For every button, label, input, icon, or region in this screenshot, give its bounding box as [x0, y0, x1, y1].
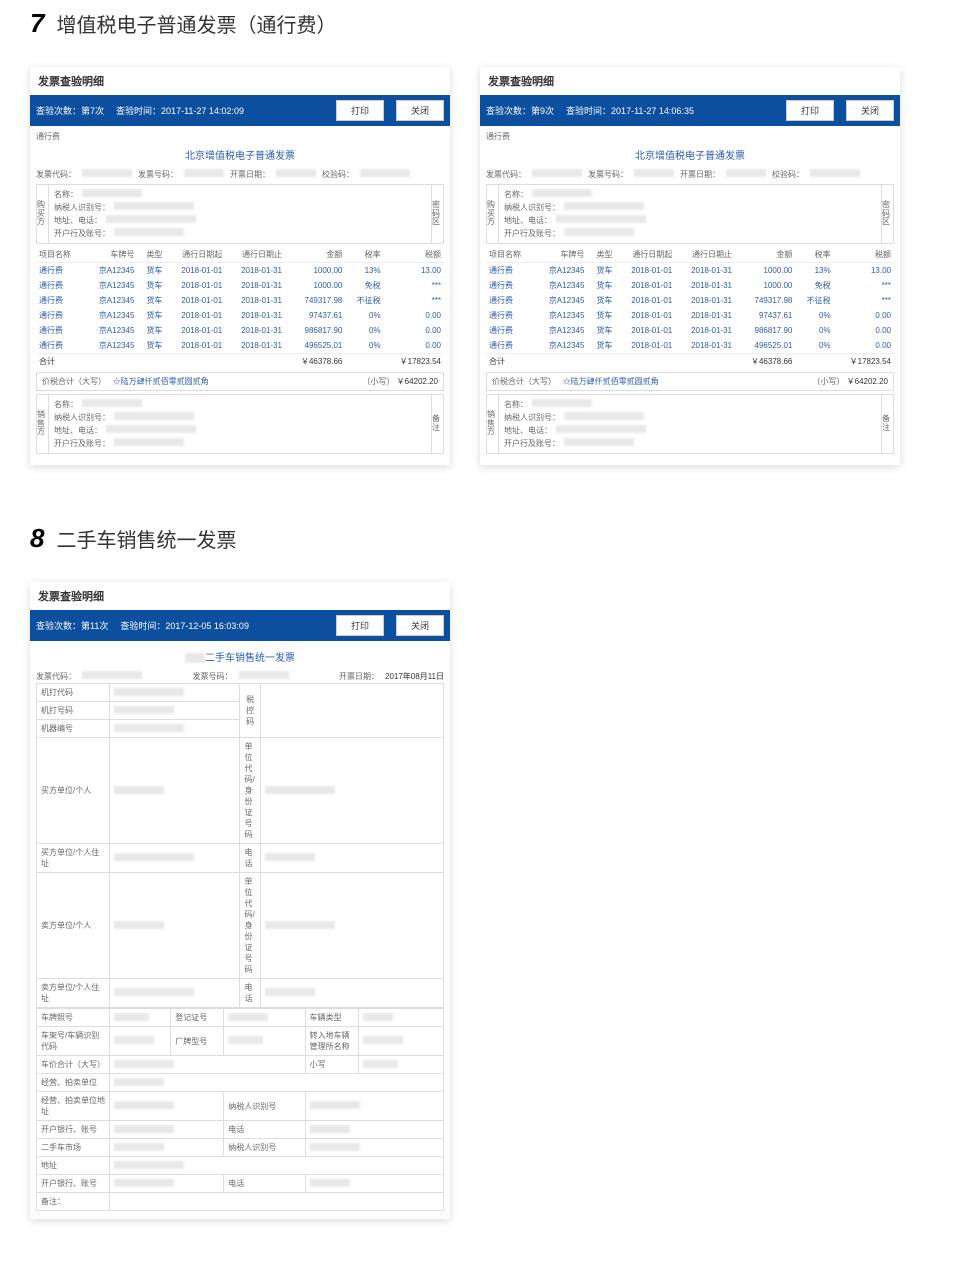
close-button[interactable]: 关闭 — [396, 615, 444, 636]
card-title: 发票查验明细 — [30, 67, 450, 95]
seller-box: 销售方 名称： 纳税人识别号： 地址、电话： 开户行及账号： 备注 — [36, 394, 444, 454]
card-header-bar: 查验次数：第11次 查验时间：2017-12-05 16:03:09 打印 关闭 — [30, 610, 450, 641]
check-count: 查验次数：第7次 — [36, 104, 104, 117]
used-car-table-2: 车牌照号登记证号车辆类型 车架号/车辆识别代码厂牌型号转入地车辆管理所名称 车价… — [36, 1008, 444, 1211]
section-num-8: 8 — [30, 523, 44, 554]
invoice-ids-row-c: 发票代码： 发票号码： 开票日期：2017年08月11日 — [36, 670, 444, 683]
buyer-box: 购买方 名称： 纳税人识别号： 地址、电话： 开户行及账号： 密码区 — [36, 184, 444, 244]
section-7-cards: 发票查验明细 查验次数：第7次 查验时间：2017-11-27 14:02:09… — [0, 47, 953, 515]
invoice-card-c: 发票查验明细 查验次数：第11次 查验时间：2017-12-05 16:03:0… — [30, 582, 450, 1219]
section-title-8: 二手车销售统一发票 — [56, 524, 236, 553]
seller-box: 销售方 名称： 纳税人识别号： 地址、电话： 开户行及账号： 备注 — [486, 394, 894, 454]
top-label: 通行费 — [36, 131, 60, 142]
invoice-card-a: 发票查验明细 查验次数：第7次 查验时间：2017-11-27 14:02:09… — [30, 67, 450, 465]
close-button[interactable]: 关闭 — [396, 100, 444, 121]
card-header-bar: 查验次数：第9次 查验时间：2017-11-27 14:06:35 打印 关闭 — [480, 95, 900, 126]
invoice-heading-c: 二手车销售统一发票 — [36, 645, 444, 670]
section-8-header: 8 二手车销售统一发票 — [0, 515, 953, 562]
items-table-b: 项目名称车牌号类型通行日期起通行日期止金额税率税额 通行费京A12345货车20… — [486, 247, 894, 369]
check-time: 查验时间：2017-11-27 14:06:35 — [566, 104, 694, 117]
section-8-cards: 发票查验明细 查验次数：第11次 查验时间：2017-12-05 16:03:0… — [0, 562, 953, 1269]
invoice-heading: 北京增值税电子普通发票 — [486, 143, 894, 168]
print-button[interactable]: 打印 — [336, 615, 384, 636]
items-table-a: 项目名称车牌号类型通行日期起通行日期止金额税率税额 通行费京A12345货车20… — [36, 247, 444, 369]
check-count: 查验次数：第9次 — [486, 104, 554, 117]
used-car-table: 机打代码税控码 机打号码 机器编号 买方单位/个人单位代码/身份证号码 买方单位… — [36, 683, 444, 1008]
section-7-header: 7 增值税电子普通发票（通行费） — [0, 0, 953, 47]
top-label: 通行费 — [486, 131, 510, 142]
buyer-box: 购买方 名称： 纳税人识别号： 地址、电话： 开户行及账号： 密码区 — [486, 184, 894, 244]
invoice-ids-row: 发票代码： 发票号码： 开票日期： 校验码： — [36, 168, 444, 181]
section-num-7: 7 — [30, 8, 44, 39]
card-title: 发票查验明细 — [480, 67, 900, 95]
check-time: 查验时间：2017-12-05 16:03:09 — [120, 619, 249, 632]
section-title-7: 增值税电子普通发票（通行费） — [56, 9, 336, 38]
tax-total-line: 价税合计（大写） ☆陆万肆仟贰佰零贰圆贰角 （小写） ￥64202.20 — [36, 372, 444, 391]
card-title: 发票查验明细 — [30, 582, 450, 610]
check-count: 查验次数：第11次 — [36, 619, 108, 632]
tax-total-line: 价税合计（大写） ☆陆万肆仟贰佰零贰圆贰角 （小写） ￥64202.20 — [486, 372, 894, 391]
close-button[interactable]: 关闭 — [846, 100, 894, 121]
card-header-bar: 查验次数：第7次 查验时间：2017-11-27 14:02:09 打印 关闭 — [30, 95, 450, 126]
invoice-heading: 北京增值税电子普通发票 — [36, 143, 444, 168]
check-time: 查验时间：2017-11-27 14:02:09 — [116, 104, 244, 117]
invoice-card-b: 发票查验明细 查验次数：第9次 查验时间：2017-11-27 14:06:35… — [480, 67, 900, 465]
invoice-ids-row: 发票代码： 发票号码： 开票日期： 校验码： — [486, 168, 894, 181]
print-button[interactable]: 打印 — [336, 100, 384, 121]
print-button[interactable]: 打印 — [786, 100, 834, 121]
